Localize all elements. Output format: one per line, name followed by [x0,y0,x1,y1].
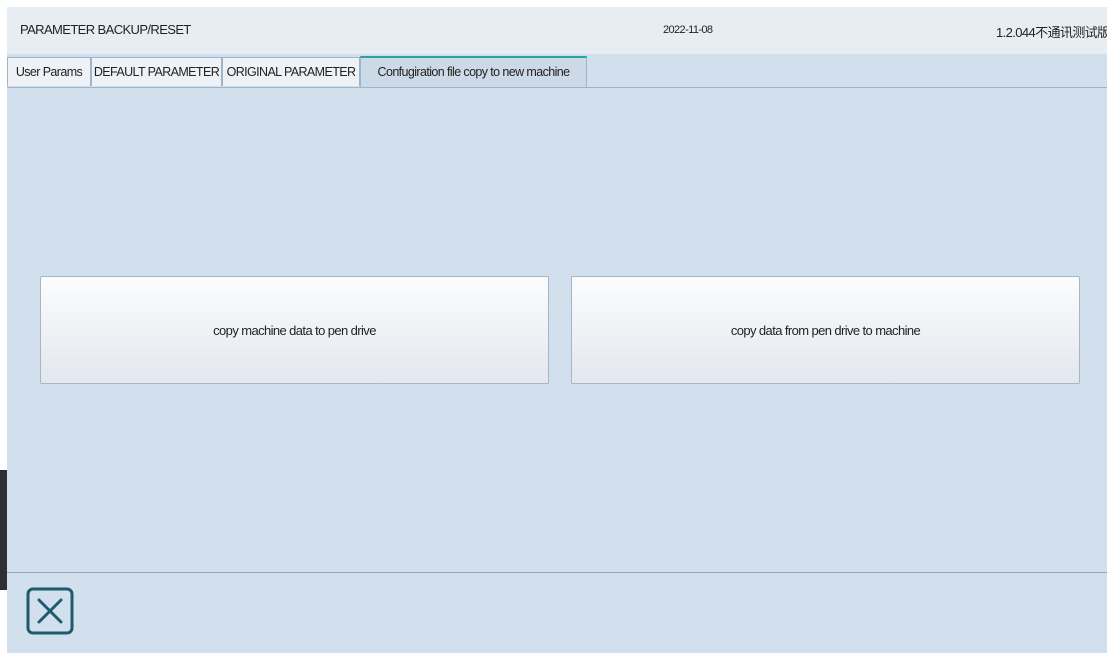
tab-user-params[interactable]: User Params [7,57,91,86]
page-title: PARAMETER BACKUP/RESET [20,22,191,37]
tab-divider [7,87,1107,88]
left-edge [0,470,7,590]
copy-from-pen-drive-button[interactable]: copy data from pen drive to machine [571,276,1080,384]
tab-original-parameter[interactable]: ORIGINAL PARAMETER [222,57,360,86]
top-strip [0,0,1107,7]
parameter-backup-window: PARAMETER BACKUP/RESET 2022-11-08 1.2.04… [7,7,1107,653]
copy-to-pen-drive-button[interactable]: copy machine data to pen drive [40,276,549,384]
tab-default-parameter[interactable]: DEFAULT PARAMETER [91,57,222,86]
date-display: 2022-11-08 [663,24,713,36]
title-bar: PARAMETER BACKUP/RESET 2022-11-08 1.2.04… [7,7,1107,54]
copy-to-pen-drive-label: copy machine data to pen drive [213,322,376,338]
tab-bar: User Params DEFAULT PARAMETER ORIGINAL P… [7,56,1107,87]
copy-from-pen-drive-label: copy data from pen drive to machine [730,322,921,338]
version-display: 1.2.044不通讯测试版本 [996,25,1107,40]
close-button[interactable] [26,587,74,635]
footer-divider [7,572,1107,573]
close-x-icon [26,587,74,635]
tab-configuration-file-copy[interactable]: Confugiration file copy to new machine [360,56,587,87]
